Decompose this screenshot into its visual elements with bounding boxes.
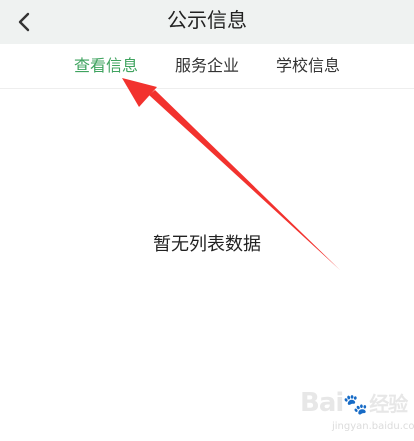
tab-service-enterprise[interactable]: 服务企业	[175, 44, 239, 88]
tab-view-info[interactable]: 查看信息	[74, 44, 138, 88]
empty-state-text: 暂无列表数据	[153, 234, 261, 255]
baidu-jingyan-watermark: Bai🐾经验 jingyan.baidu.com	[300, 388, 414, 438]
watermark-url: jingyan.baidu.com	[332, 421, 414, 432]
chevron-left-icon	[18, 12, 30, 32]
top-nav-bar: 公示信息	[0, 0, 414, 44]
back-button[interactable]	[6, 4, 42, 40]
page-title: 公示信息	[167, 8, 247, 32]
watermark-logo: Bai🐾 经验	[300, 388, 408, 418]
tab-school-info[interactable]: 学校信息	[276, 44, 340, 88]
tab-bar: 查看信息 服务企业 学校信息	[0, 44, 414, 89]
